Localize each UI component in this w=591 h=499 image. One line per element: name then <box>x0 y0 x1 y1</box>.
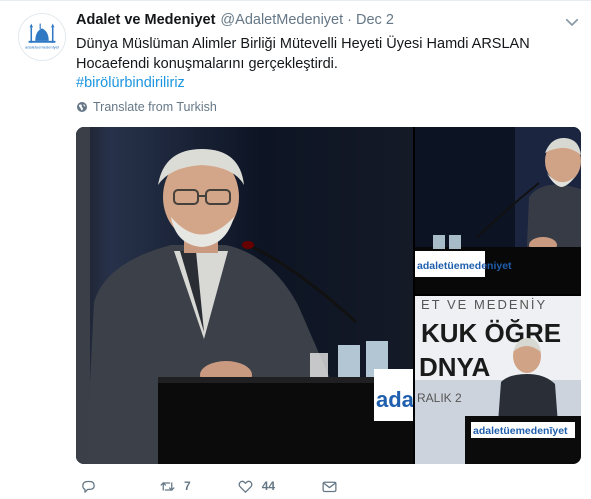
separator: · <box>347 12 352 28</box>
photo-side[interactable]: adaletüemedeniyet <box>415 127 581 294</box>
tweet-text: Dünya Müslüman Alimler Birliği Mütevelli… <box>76 35 581 94</box>
tweet-header: Adalet ve Medeniyet @AdaletMedeniyet · D… <box>76 12 394 32</box>
photo-main[interactable]: adal <box>76 127 413 464</box>
hashtag-link[interactable]: #birölürbindiriliriz <box>76 74 581 94</box>
retweet-button[interactable]: 7 <box>159 478 191 495</box>
reply-icon <box>82 480 95 493</box>
author-name[interactable]: Adalet ve Medeniyet <box>76 12 215 28</box>
heart-icon <box>238 480 253 493</box>
mosque-logo-icon: adaletuemedeniyet <box>19 14 65 60</box>
translate-label: Translate from Turkish <box>93 100 217 114</box>
tweet-text-line: Hocaefendi konuşmalarını gerçekleştirdi. <box>76 55 338 72</box>
banner-text: ET VE MEDENİY <box>421 297 547 312</box>
author-handle[interactable]: @AdaletMedeniyet <box>220 12 343 28</box>
tweet-date[interactable]: Dec 2 <box>356 12 394 28</box>
reply-button[interactable] <box>80 478 97 495</box>
tweet-text-line: Dünya Müslüman Alimler Birliği Mütevelli… <box>76 36 530 52</box>
like-button[interactable]: 44 <box>237 478 275 495</box>
envelope-icon <box>322 481 337 492</box>
like-count: 44 <box>261 479 276 493</box>
tweet-actions: 7 44 <box>76 477 338 495</box>
banner-text: KUK ÖĞRE <box>421 318 561 348</box>
tweet-card[interactable]: adaletuemedeniyet Adalet ve Medeniyet @A… <box>0 0 591 499</box>
avatar[interactable]: adaletuemedeniyet <box>18 13 66 61</box>
direct-message-button[interactable] <box>321 478 338 495</box>
avatar-text: adaletuemedeniyet <box>25 45 60 50</box>
photo-wide[interactable]: ET VE MEDENİY KUK ÖĞRE DNYA RALIK 2 adal… <box>415 296 581 464</box>
banner-text: DNYA <box>419 352 491 382</box>
podium-sign-text: adaletüemedenīyet <box>473 425 568 437</box>
podium-sign-text: adaletüemedeniyet <box>417 260 512 272</box>
retweet-icon <box>160 481 175 491</box>
media-grid: adal adaletüemedeniyet <box>76 127 581 464</box>
banner-text: RALIK 2 <box>417 391 462 405</box>
globe-icon <box>77 102 87 112</box>
translate-link[interactable]: Translate from Turkish <box>76 100 217 114</box>
podium-sign-text: adal <box>376 387 413 412</box>
chevron-down-icon[interactable] <box>563 13 581 31</box>
retweet-count: 7 <box>184 479 191 493</box>
